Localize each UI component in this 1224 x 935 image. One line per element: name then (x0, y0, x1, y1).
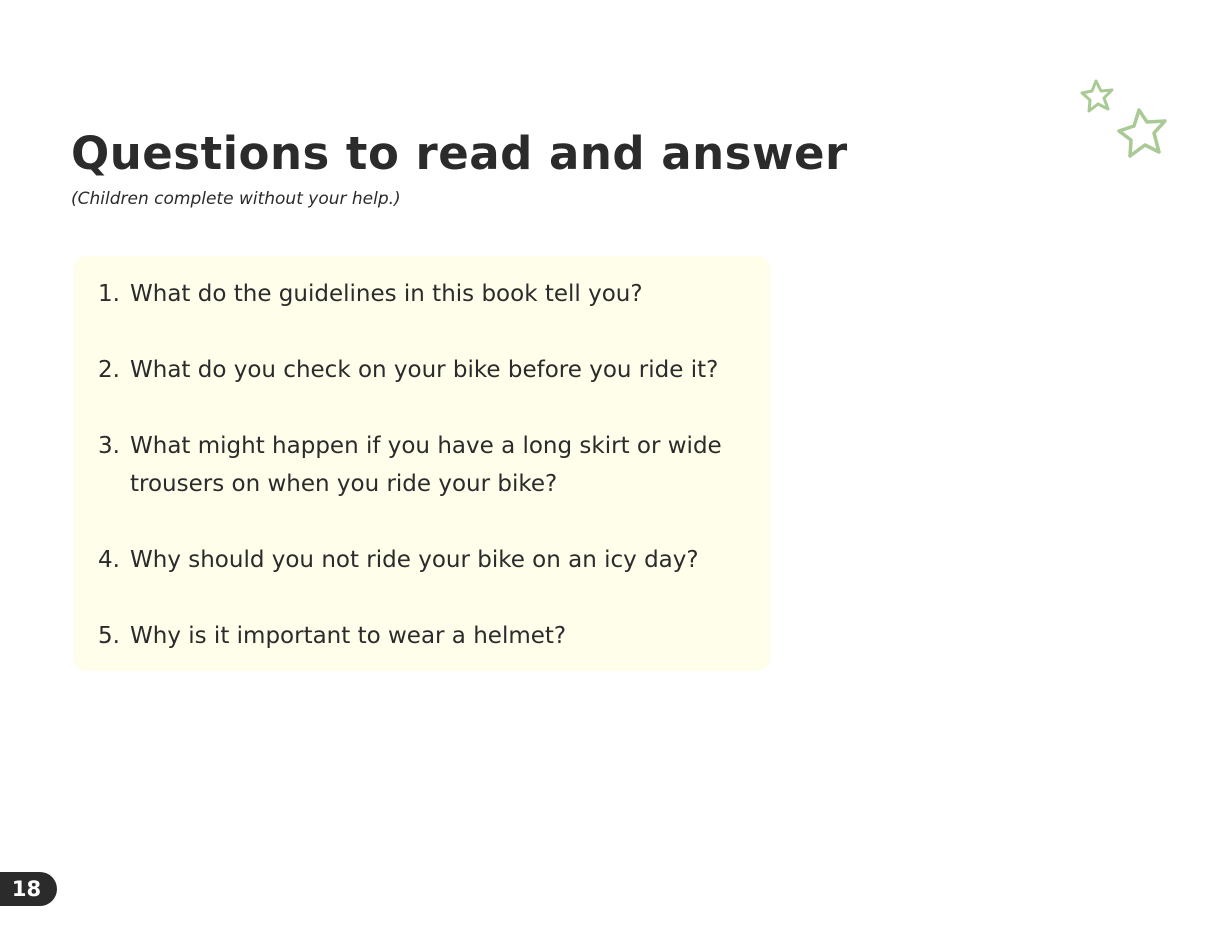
question-number: 4. (98, 547, 120, 573)
question-text: What might happen if you have a long ski… (130, 433, 722, 497)
page-number-badge: 18 (0, 872, 57, 906)
question-text: Why is it important to wear a helmet? (130, 623, 567, 649)
page-subtitle: (Children complete without your help.) (71, 189, 401, 209)
question-item: 1. What do the guidelines in this book t… (98, 275, 758, 313)
question-number: 5. (98, 623, 120, 649)
question-text: What do you check on your bike before yo… (130, 357, 719, 383)
question-item: 2. What do you check on your bike before… (98, 351, 758, 389)
question-item: 5. Why is it important to wear a helmet? (98, 617, 758, 655)
question-panel: 1. What do the guidelines in this book t… (73, 256, 771, 671)
question-number: 3. (98, 433, 120, 459)
star-outline-icon (1080, 79, 1114, 113)
question-number: 1. (98, 281, 120, 307)
question-item: 3. What might happen if you have a long … (98, 427, 758, 503)
question-number: 2. (98, 357, 120, 383)
decorative-stars (1078, 74, 1173, 166)
question-text: Why should you not ride your bike on an … (130, 547, 699, 573)
question-text: What do the guidelines in this book tell… (130, 281, 643, 307)
star-outline-icon (1117, 108, 1167, 158)
page-title: Questions to read and answer (71, 127, 848, 180)
question-item: 4. Why should you not ride your bike on … (98, 541, 758, 579)
